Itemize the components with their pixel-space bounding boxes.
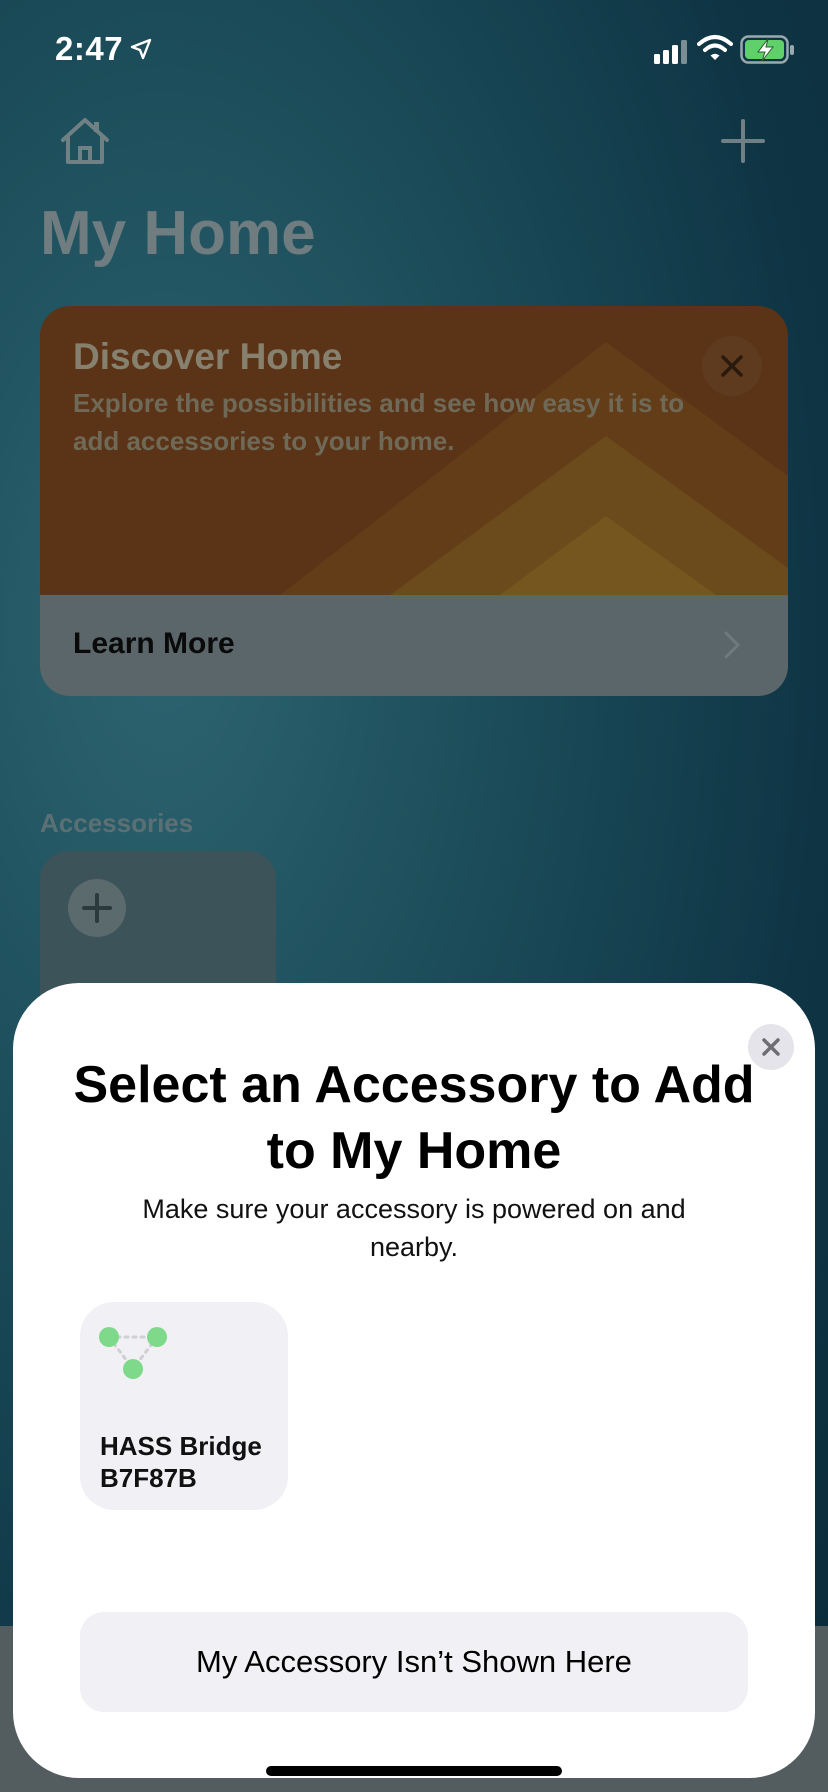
add-icon[interactable] [720,118,766,164]
discover-title: Discover Home [73,336,343,377]
page-title: My Home [40,199,316,268]
home-icon[interactable] [58,116,112,166]
accessory-tile-hass-bridge[interactable]: HASS Bridge B7F87B [80,1302,288,1510]
battery-charging-icon [740,35,794,64]
accessories-section-label: Accessories [40,808,194,838]
discover-banner: Discover Home Explore the possibilities … [40,306,788,595]
discover-close-button[interactable] [702,336,762,396]
status-time: 2:47 [55,30,124,67]
sheet-subtitle: Make sure your accessory is powered on a… [142,1194,686,1262]
cellular-signal-icon [654,40,687,64]
sheet-title: Select an Accessory to Add to My Home [73,1056,755,1180]
accessory-not-shown-button[interactable]: My Accessory Isn’t Shown Here [80,1612,748,1712]
home-indicator [266,1766,562,1776]
wifi-icon [697,35,733,60]
discover-description: Explore the possibilities and see how ea… [73,388,685,456]
learn-more-label: Learn More [73,627,235,660]
accessory-name: HASS Bridge B7F87B [100,1431,262,1493]
plus-icon [82,893,112,923]
learn-more-row[interactable]: Learn More [40,595,788,696]
bridge-icon [99,1327,167,1379]
close-icon [721,355,743,377]
add-accessory-button[interactable] [68,879,126,937]
location-arrow-icon [130,38,152,60]
status-bar: 2:47 [0,0,828,100]
chevron-right-icon [724,631,740,659]
discover-home-card[interactable]: Discover Home Explore the possibilities … [40,306,788,696]
